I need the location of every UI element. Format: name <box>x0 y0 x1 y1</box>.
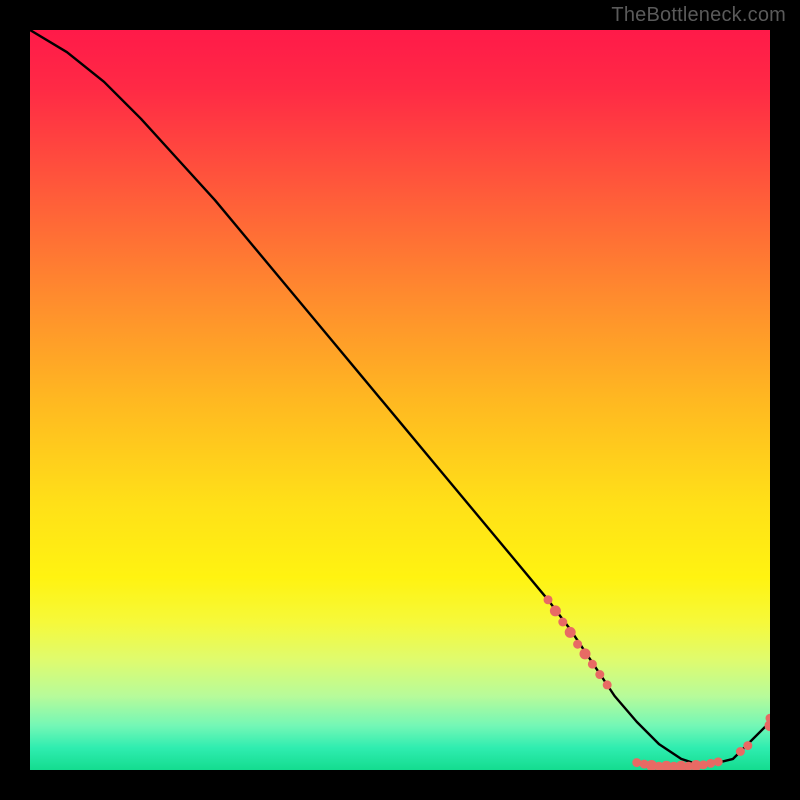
data-marker <box>714 757 723 766</box>
data-marker <box>743 741 752 750</box>
data-marker <box>706 759 715 768</box>
data-marker <box>603 680 612 689</box>
data-marker <box>588 660 597 669</box>
data-marker <box>550 605 561 616</box>
watermark-text: TheBottleneck.com <box>611 4 786 27</box>
data-marker <box>544 595 553 604</box>
data-markers <box>544 595 771 770</box>
bottleneck-curve <box>30 30 770 766</box>
chart-frame: TheBottleneck.com <box>0 0 800 800</box>
data-marker <box>766 714 771 723</box>
data-marker <box>736 747 745 756</box>
plot-svg <box>30 30 770 770</box>
data-marker <box>580 648 591 659</box>
data-marker <box>573 640 582 649</box>
data-marker <box>565 627 576 638</box>
data-marker <box>558 618 567 627</box>
data-marker <box>632 758 641 767</box>
plot-area <box>30 30 770 770</box>
data-marker <box>595 670 604 679</box>
data-marker <box>699 760 708 769</box>
